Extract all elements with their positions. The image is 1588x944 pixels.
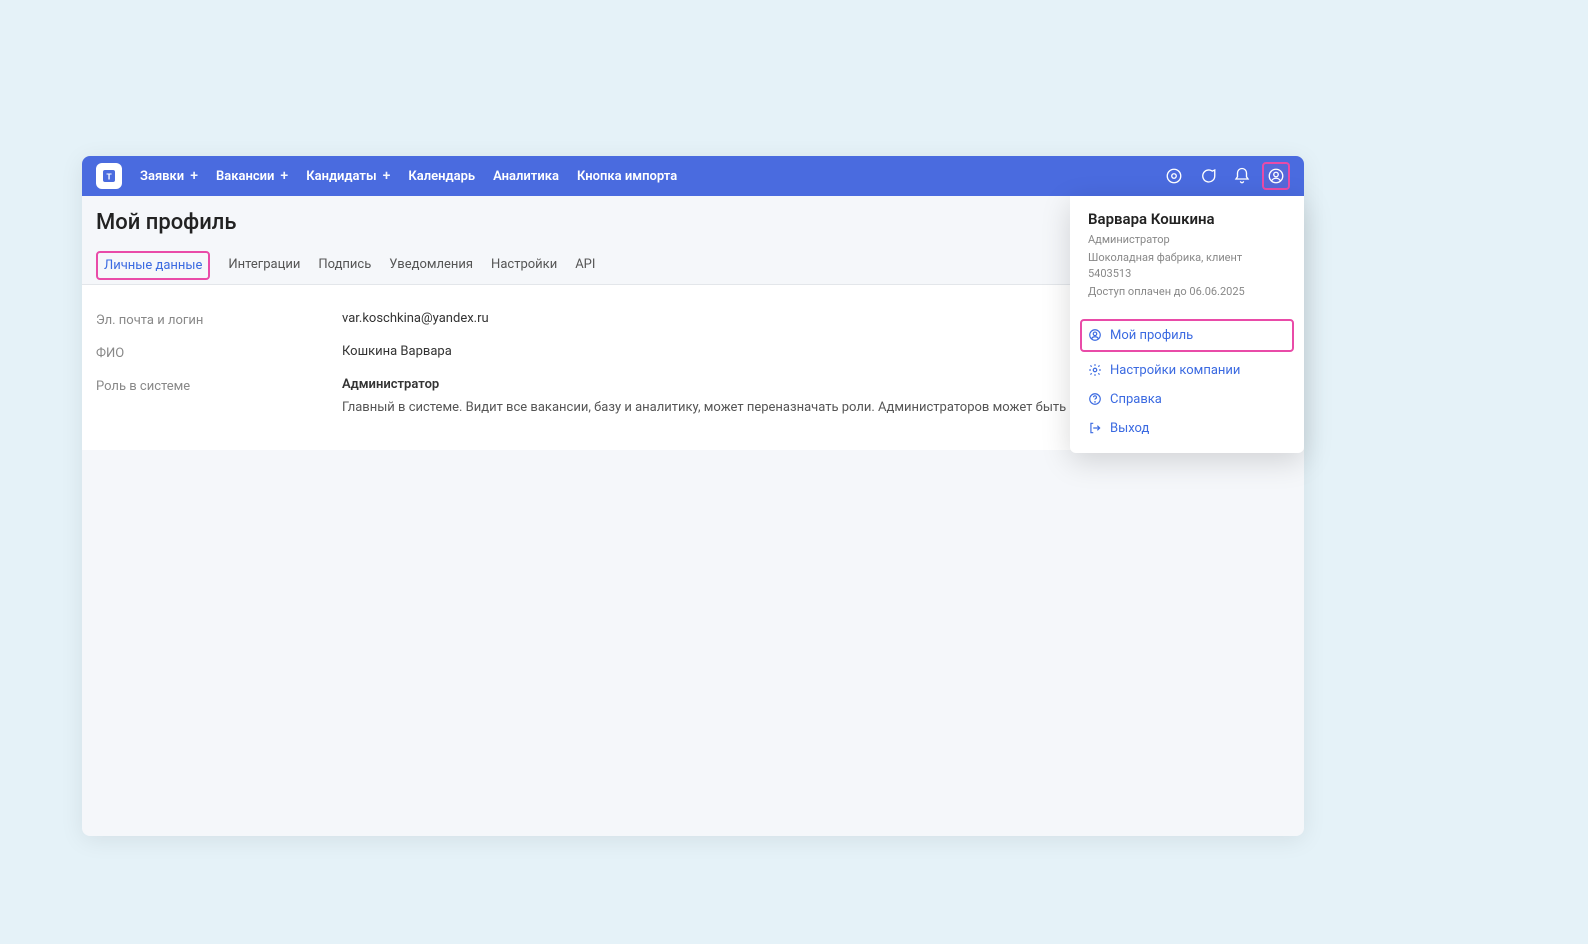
- plus-icon[interactable]: +: [190, 168, 198, 184]
- tab-label: API: [575, 257, 595, 272]
- gear-icon: [1088, 363, 1102, 377]
- plus-icon[interactable]: +: [383, 168, 391, 184]
- role-name: Администратор: [342, 377, 439, 392]
- field-label: Эл. почта и логин: [96, 311, 342, 328]
- popover-item-company-settings[interactable]: Настройки компании: [1070, 356, 1304, 385]
- tab-label: Интеграции: [228, 257, 300, 272]
- popover-item-logout[interactable]: Выход: [1070, 414, 1304, 443]
- app-window: T Заявки + Вакансии + Кандидаты + Календ…: [82, 156, 1304, 836]
- role-description: Главный в системе. Видит все вакансии, б…: [342, 398, 1137, 418]
- nav-item-import[interactable]: Кнопка импорта: [577, 169, 677, 184]
- popover-item-label: Выход: [1110, 421, 1149, 436]
- user-circle-icon: [1088, 328, 1102, 342]
- nav-label: Аналитика: [493, 169, 559, 184]
- tab-api[interactable]: API: [575, 249, 595, 284]
- field-label: ФИО: [96, 344, 342, 361]
- logo-icon: T: [101, 168, 117, 184]
- popover-items: Мой профиль Настройки компании Справка В…: [1070, 313, 1304, 443]
- tab-personal-data[interactable]: Личные данные: [96, 251, 210, 280]
- bell-icon[interactable]: [1228, 162, 1256, 190]
- help-icon[interactable]: [1160, 162, 1188, 190]
- profile-popover: Варвара Кошкина Администратор Шоколадная…: [1070, 196, 1304, 453]
- nav-item-vacancies[interactable]: Вакансии +: [216, 168, 288, 184]
- tab-label: Уведомления: [389, 257, 473, 272]
- popover-access: Доступ оплачен до 06.06.2025: [1088, 284, 1286, 299]
- logo[interactable]: T: [96, 163, 122, 189]
- popover-item-label: Настройки компании: [1110, 363, 1240, 378]
- tab-integrations[interactable]: Интеграции: [228, 249, 300, 284]
- chat-icon[interactable]: [1194, 162, 1222, 190]
- popover-header: Варвара Кошкина Администратор Шоколадная…: [1070, 210, 1304, 313]
- popover-user-name: Варвара Кошкина: [1088, 210, 1286, 228]
- field-label: Роль в системе: [96, 377, 342, 394]
- nav-item-candidates[interactable]: Кандидаты +: [306, 168, 390, 184]
- plus-icon[interactable]: +: [280, 168, 288, 184]
- tab-label: Настройки: [491, 257, 557, 272]
- outer-frame: T Заявки + Вакансии + Кандидаты + Календ…: [0, 0, 1588, 944]
- popover-item-my-profile[interactable]: Мой профиль: [1080, 319, 1294, 352]
- profile-icon[interactable]: [1262, 162, 1290, 190]
- top-nav: T Заявки + Вакансии + Кандидаты + Календ…: [82, 156, 1304, 196]
- popover-item-label: Справка: [1110, 392, 1162, 407]
- tab-notifications[interactable]: Уведомления: [389, 249, 473, 284]
- help-circle-icon: [1088, 392, 1102, 406]
- nav-item-requests[interactable]: Заявки +: [140, 168, 198, 184]
- popover-role: Администратор: [1088, 232, 1286, 247]
- tab-label: Личные данные: [104, 258, 202, 273]
- tab-settings[interactable]: Настройки: [491, 249, 557, 284]
- nav-label: Заявки: [140, 169, 184, 184]
- nav-item-analytics[interactable]: Аналитика: [493, 169, 559, 184]
- field-value: Администратор Главный в системе. Видит в…: [342, 377, 1137, 418]
- logout-icon: [1088, 421, 1102, 435]
- nav-label: Календарь: [408, 169, 475, 184]
- nav-label: Кандидаты: [306, 169, 376, 184]
- popover-company: Шоколадная фабрика, клиент 5403513: [1088, 250, 1286, 281]
- field-value: var.koschkina@yandex.ru: [342, 311, 489, 326]
- nav-items: Заявки + Вакансии + Кандидаты + Календар…: [140, 168, 677, 184]
- tab-signature[interactable]: Подпись: [318, 249, 371, 284]
- field-value: Кошкина Варвара: [342, 344, 452, 359]
- nav-label: Кнопка импорта: [577, 169, 677, 184]
- popover-item-label: Мой профиль: [1110, 328, 1193, 343]
- nav-item-calendar[interactable]: Календарь: [408, 169, 475, 184]
- svg-text:T: T: [106, 172, 112, 182]
- nav-label: Вакансии: [216, 169, 274, 184]
- popover-item-help[interactable]: Справка: [1070, 385, 1304, 414]
- tab-label: Подпись: [318, 257, 371, 272]
